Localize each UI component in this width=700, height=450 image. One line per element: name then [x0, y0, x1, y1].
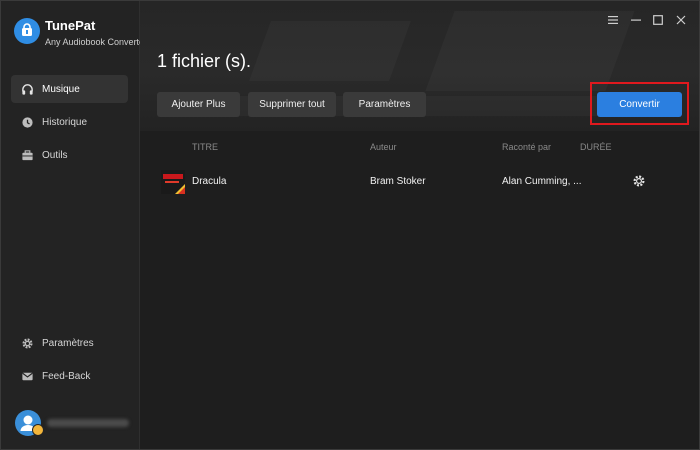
column-header-duration: DURÉE — [580, 142, 612, 152]
maximize-icon[interactable] — [652, 14, 664, 26]
app-logo — [14, 18, 40, 44]
app-name: TunePat — [45, 18, 96, 33]
badge-icon — [32, 424, 44, 436]
mail-icon — [20, 369, 34, 383]
gear-icon — [20, 336, 34, 350]
sidebar-item-label: Historique — [42, 116, 88, 128]
table-row[interactable]: Dracula Bram Stoker Alan Cumming, ... — [154, 167, 684, 195]
sidebar-item-label: Outils — [42, 149, 68, 161]
sidebar-item-parametres[interactable]: Paramètres — [11, 329, 128, 357]
sidebar-item-label: Feed-Back — [42, 370, 91, 382]
main-panel: 1 fichier (s). Ajouter Plus Supprimer to… — [140, 1, 699, 449]
sidebar-item-historique[interactable]: Historique — [11, 108, 128, 136]
row-title: Dracula — [192, 176, 227, 187]
app-subtitle: Any Audiobook Converter — [45, 37, 148, 47]
row-narrator: Alan Cumming, ... — [502, 176, 582, 187]
close-icon[interactable] — [675, 14, 687, 26]
toolbox-icon — [20, 148, 34, 162]
app-window: TunePat Any Audiobook Converter Musique … — [0, 0, 700, 450]
sidebar: TunePat Any Audiobook Converter Musique … — [1, 1, 147, 449]
audiobook-cover — [161, 170, 185, 194]
sidebar-item-musique[interactable]: Musique — [11, 75, 128, 103]
sidebar-item-feedback[interactable]: Feed-Back — [11, 362, 128, 390]
minimize-icon[interactable] — [630, 14, 642, 26]
sidebar-item-outils[interactable]: Outils — [11, 141, 128, 169]
sidebar-item-label: Musique — [42, 83, 80, 95]
user-account-blurred — [47, 419, 129, 427]
logo-icon — [22, 23, 32, 36]
clock-icon — [20, 115, 34, 129]
column-header-narrator: Raconté par — [502, 142, 552, 152]
settings-button[interactable]: Paramètres — [343, 92, 426, 117]
add-more-button[interactable]: Ajouter Plus — [157, 92, 240, 117]
row-author: Bram Stoker — [370, 176, 426, 187]
headphones-icon — [20, 82, 34, 96]
gear-icon[interactable] — [632, 174, 646, 188]
column-header-title: TITRE — [192, 142, 218, 152]
delete-all-button[interactable]: Supprimer tout — [248, 92, 336, 117]
file-count-title: 1 fichier (s). — [157, 51, 252, 71]
sidebar-item-label: Paramètres — [42, 337, 94, 349]
column-header-author: Auteur — [370, 142, 397, 152]
menu-icon[interactable] — [607, 14, 619, 26]
convert-button[interactable]: Convertir — [597, 92, 682, 117]
